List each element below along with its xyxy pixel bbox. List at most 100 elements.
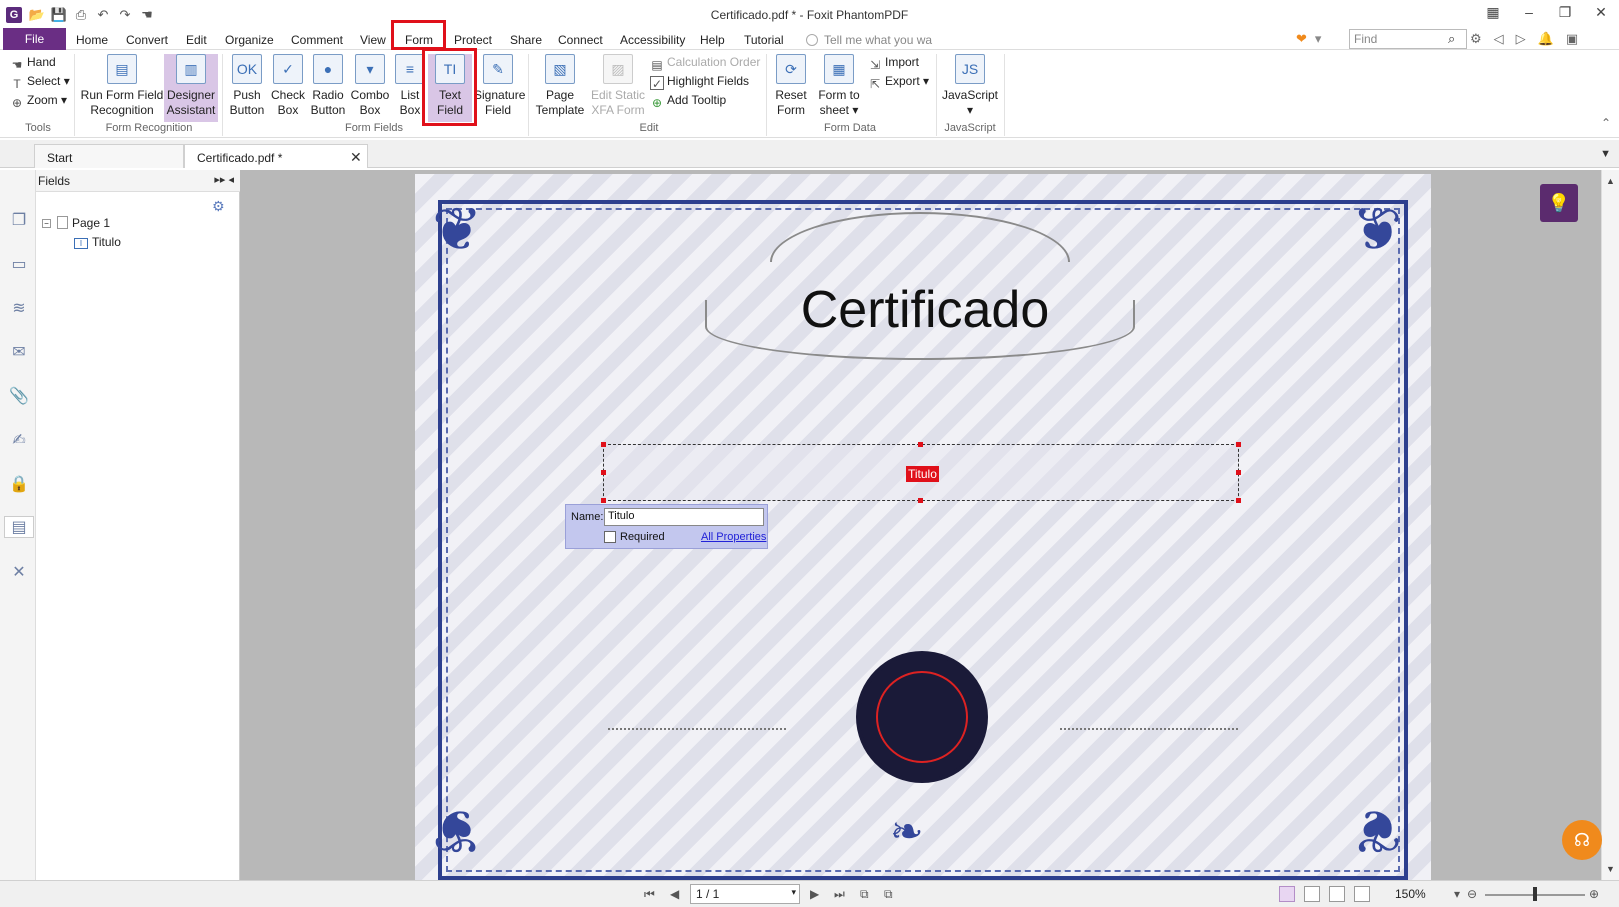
resize-handle[interactable]: [601, 442, 606, 447]
field-name-input[interactable]: Titulo: [604, 508, 764, 526]
resize-handle[interactable]: [601, 470, 606, 475]
security-lock-icon[interactable]: 🔒: [8, 474, 30, 496]
import-button[interactable]: ⇲ Import: [868, 55, 919, 72]
combo-box-tool[interactable]: ▾ Combo Box: [348, 54, 392, 118]
field-options-gear-icon[interactable]: ⚙: [212, 198, 225, 215]
fields-panel-icon[interactable]: ▤: [4, 516, 34, 538]
zoom-dropdown-icon[interactable]: ▾: [1454, 887, 1460, 901]
menu-tutorial[interactable]: Tutorial: [744, 28, 784, 50]
tab-start[interactable]: Start: [34, 144, 184, 168]
previous-view-icon[interactable]: ⧉: [860, 887, 869, 902]
page-number-input[interactable]: 1 / 1 ▾: [690, 884, 800, 904]
chevron-down-icon[interactable]: ▾: [791, 887, 796, 898]
last-page-icon[interactable]: ⏭: [834, 887, 845, 902]
resize-handle[interactable]: [1236, 442, 1241, 447]
menu-accessibility[interactable]: Accessibility: [620, 28, 685, 50]
resize-handle[interactable]: [601, 498, 606, 503]
menu-share[interactable]: Share: [510, 28, 542, 50]
scroll-down-icon[interactable]: ▼: [1606, 864, 1615, 874]
tell-me-search[interactable]: Tell me what you wa: [806, 28, 932, 50]
continuous-view-icon[interactable]: [1304, 886, 1320, 902]
menu-file[interactable]: File: [3, 28, 66, 50]
select-tool-button[interactable]: T Select ▾: [10, 74, 69, 91]
reset-form-button[interactable]: ⟳ Reset Form: [770, 54, 812, 118]
menu-edit[interactable]: Edit: [186, 28, 207, 50]
resize-handle[interactable]: [918, 498, 923, 503]
tab-certificado[interactable]: Certificado.pdf *: [184, 144, 368, 168]
export-button[interactable]: ⇱ Export ▾: [868, 74, 929, 91]
menu-help[interactable]: Help: [700, 28, 725, 50]
calculation-order-button[interactable]: ▤ Calculation Order: [650, 55, 760, 72]
add-tooltip-button[interactable]: ⊕ Add Tooltip: [650, 93, 726, 110]
collapse-toggle-icon[interactable]: −: [42, 219, 51, 228]
designer-assistant-button[interactable]: ▥ Designer Assistant: [164, 54, 218, 122]
edit-static-xfa-button[interactable]: ▨ Edit Static XFA Form: [588, 54, 648, 118]
tree-item-field[interactable]: I Titulo: [74, 235, 121, 249]
bookmark-icon[interactable]: ❐: [8, 210, 30, 232]
run-form-field-recognition-button[interactable]: ▤ Run Form Field Recognition: [80, 54, 164, 118]
zoom-slider-thumb[interactable]: [1533, 887, 1537, 901]
close-tab-icon[interactable]: ✕: [350, 149, 362, 166]
notification-icon[interactable]: 🔔: [1538, 31, 1554, 47]
heart-icon[interactable]: ❤: [1296, 31, 1307, 47]
radio-button-tool[interactable]: ● Radio Button: [308, 54, 348, 118]
chevron-down-icon: ▾: [966, 103, 974, 117]
javascript-button[interactable]: JS JavaScript ▾: [940, 54, 1000, 118]
collapse-ribbon-icon[interactable]: ⌃: [1601, 116, 1611, 130]
resize-handle[interactable]: [918, 442, 923, 447]
hand-tool-button[interactable]: ☚ Hand: [10, 55, 56, 72]
menu-comment[interactable]: Comment: [291, 28, 343, 50]
next-page-icon[interactable]: ▶: [810, 887, 819, 901]
support-headset-icon[interactable]: ☊: [1562, 820, 1602, 860]
vertical-scrollbar[interactable]: ▲ ▼: [1601, 170, 1619, 880]
menu-home[interactable]: Home: [76, 28, 108, 50]
attachment-icon[interactable]: 📎: [8, 386, 30, 408]
all-properties-link[interactable]: All Properties: [701, 531, 766, 543]
resize-handle[interactable]: [1236, 470, 1241, 475]
find-options-icon[interactable]: ▾: [1315, 31, 1322, 47]
grid-icon[interactable]: ▦: [1485, 4, 1501, 21]
tools-wrench-icon[interactable]: ✕: [8, 562, 30, 584]
fit-width-icon[interactable]: [1354, 886, 1370, 902]
highlight-fields-toggle[interactable]: ✓ Highlight Fields: [650, 74, 749, 91]
push-button-tool[interactable]: OK Push Button: [226, 54, 268, 118]
signatures-icon[interactable]: ✍: [8, 430, 30, 452]
page-template-button[interactable]: ▧ Page Template: [534, 54, 586, 118]
back-icon[interactable]: ◁: [1494, 31, 1504, 47]
comments-icon[interactable]: ✉: [8, 342, 30, 364]
forward-icon[interactable]: ▷: [1516, 31, 1526, 47]
settings-icon[interactable]: ⚙: [1470, 31, 1482, 47]
resize-handle[interactable]: [1236, 498, 1241, 503]
minimize-icon[interactable]: –: [1521, 4, 1537, 21]
restore-icon[interactable]: ❐: [1557, 4, 1573, 21]
tips-lightbulb-icon[interactable]: 💡: [1540, 184, 1578, 222]
scroll-up-icon[interactable]: ▲: [1606, 176, 1615, 186]
ribbon-separator: [528, 54, 529, 136]
user-icon[interactable]: ▣: [1566, 31, 1578, 47]
pages-icon[interactable]: ▭: [8, 254, 30, 276]
single-page-view-icon[interactable]: [1279, 886, 1295, 902]
menu-organize[interactable]: Organize: [225, 28, 274, 50]
menu-convert[interactable]: Convert: [126, 28, 168, 50]
menu-protect[interactable]: Protect: [454, 28, 492, 50]
search-icon[interactable]: ⌕: [1448, 31, 1455, 47]
check-box-tool[interactable]: ✓ Check Box: [268, 54, 308, 118]
first-page-icon[interactable]: ⏮: [644, 887, 655, 902]
close-icon[interactable]: ✕: [1593, 4, 1609, 21]
signature-field-tool[interactable]: ✎ Signature Field: [474, 54, 525, 118]
zoom-in-icon[interactable]: ⊕: [1589, 887, 1599, 901]
layers-icon[interactable]: ≋: [8, 298, 30, 320]
next-view-icon[interactable]: ⧉: [884, 887, 893, 902]
form-to-sheet-button[interactable]: ▦ Form to sheet ▾: [814, 54, 864, 118]
required-checkbox[interactable]: [604, 531, 616, 543]
tree-item-page[interactable]: − Page 1: [42, 216, 110, 230]
facing-view-icon[interactable]: [1329, 886, 1345, 902]
previous-page-icon[interactable]: ◀: [670, 887, 679, 901]
zoom-tool-button[interactable]: ⊕ Zoom ▾: [10, 93, 67, 110]
zoom-level[interactable]: 150%: [1395, 887, 1426, 901]
panel-expand-collapse-icon[interactable]: ▸▸ ◂: [214, 173, 234, 186]
menu-view[interactable]: View: [360, 28, 386, 50]
menu-connect[interactable]: Connect: [558, 28, 603, 50]
zoom-out-icon[interactable]: ⊖: [1467, 887, 1477, 901]
tab-list-icon[interactable]: ▼: [1600, 148, 1611, 160]
